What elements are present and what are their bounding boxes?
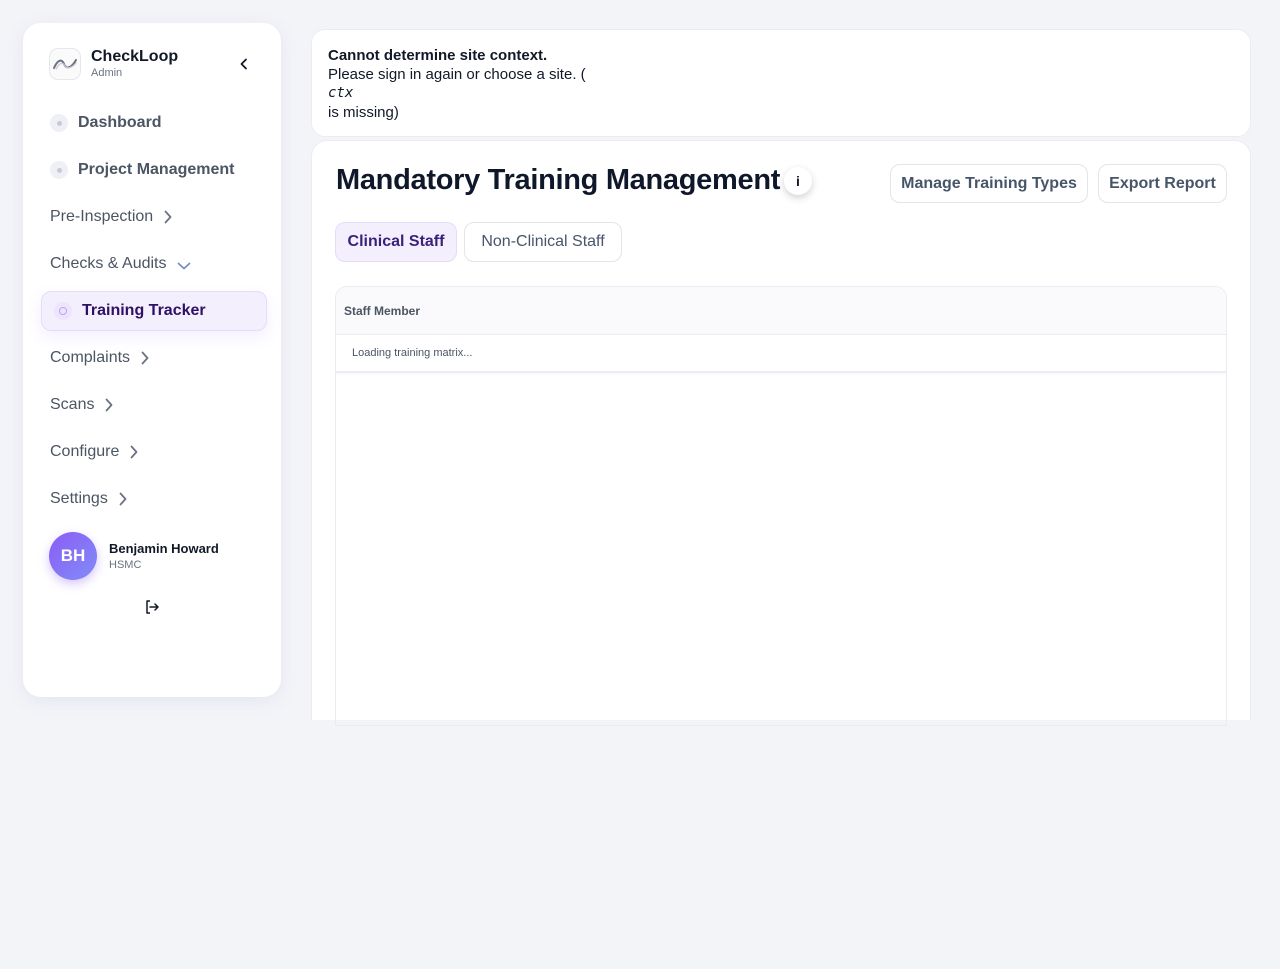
sidebar-item-scans[interactable]: Scans [41, 385, 267, 425]
sidebar-item-label: Pre-Inspection [50, 208, 154, 225]
logout-button[interactable] [143, 598, 161, 616]
sidebar-item-label: Training Tracker [82, 302, 206, 319]
sidebar-item-label: Scans [50, 396, 95, 413]
sidebar-item-label: Checks & Audits [50, 255, 167, 272]
page-title: Mandatory Training Management [336, 164, 781, 196]
error-message-line: is missing) [328, 104, 399, 121]
sidebar-item-label: Settings [50, 490, 108, 507]
info-icon[interactable]: i [784, 167, 812, 195]
brand-name: CheckLoop [91, 48, 179, 65]
collapse-sidebar-button[interactable] [235, 55, 253, 73]
dashboard-icon [50, 114, 68, 132]
user-org: HSMC [109, 558, 142, 571]
training-matrix-table: Staff Member Loading training matrix... [335, 286, 1227, 726]
column-header-staff-member[interactable]: Staff Member [344, 304, 420, 318]
chevron-right-icon [140, 351, 150, 365]
table-row: Loading training matrix... [336, 335, 1226, 373]
error-title: Cannot determine site context. [328, 47, 548, 64]
logout-icon [146, 600, 159, 614]
sidebar-item-configure[interactable]: Configure [41, 432, 267, 472]
sidebar-item-checks-audits[interactable]: Checks & Audits [41, 244, 267, 284]
sidebar-item-training-tracker[interactable]: Training Tracker [41, 291, 267, 331]
avatar: BH [49, 532, 97, 580]
error-message-line: Please sign in again or choose a site. ( [328, 66, 586, 83]
sidebar-item-settings[interactable]: Settings [41, 479, 267, 519]
sidebar-item-label: Configure [50, 443, 120, 460]
logo-icon [49, 48, 81, 80]
tab-non-clinical-staff[interactable]: Non-Clinical Staff [464, 222, 622, 262]
training-tracker-icon [54, 302, 72, 320]
user-name: Benjamin Howard [109, 540, 219, 556]
sidebar-item-complaints[interactable]: Complaints [41, 338, 267, 378]
sidebar-item-project-management[interactable]: Project Management [41, 150, 267, 190]
chevron-right-icon [163, 210, 173, 224]
loading-text: Loading training matrix... [352, 347, 473, 359]
sidebar-item-label: Dashboard [78, 114, 162, 131]
user-profile[interactable]: BH Benjamin Howard HSMC [49, 532, 219, 580]
sidebar-item-pre-inspection[interactable]: Pre-Inspection [41, 197, 267, 237]
project-management-icon [50, 161, 68, 179]
sidebar-item-dashboard[interactable]: Dashboard [41, 103, 267, 143]
sidebar: CheckLoop Admin Dashboard Project Manage… [23, 23, 281, 697]
main-content: Mandatory Training Management i Manage T… [311, 140, 1251, 726]
chevron-down-icon [177, 261, 191, 271]
tab-clinical-staff[interactable]: Clinical Staff [335, 222, 457, 262]
sidebar-item-label: Project Management [78, 161, 235, 178]
error-code: ctx [328, 85, 354, 101]
chevron-right-icon [118, 492, 128, 506]
brand-role: Admin [91, 67, 123, 79]
chevron-left-icon [240, 58, 247, 70]
manage-training-types-button[interactable]: Manage Training Types [890, 164, 1088, 203]
site-context-error-banner: Cannot determine site context. Please si… [311, 29, 1251, 137]
chevron-right-icon [129, 445, 139, 459]
brand: CheckLoop Admin [49, 48, 178, 80]
sidebar-item-label: Complaints [50, 349, 131, 366]
export-report-button[interactable]: Export Report [1098, 164, 1227, 203]
table-header: Staff Member [336, 287, 1226, 335]
chevron-right-icon [104, 398, 114, 412]
